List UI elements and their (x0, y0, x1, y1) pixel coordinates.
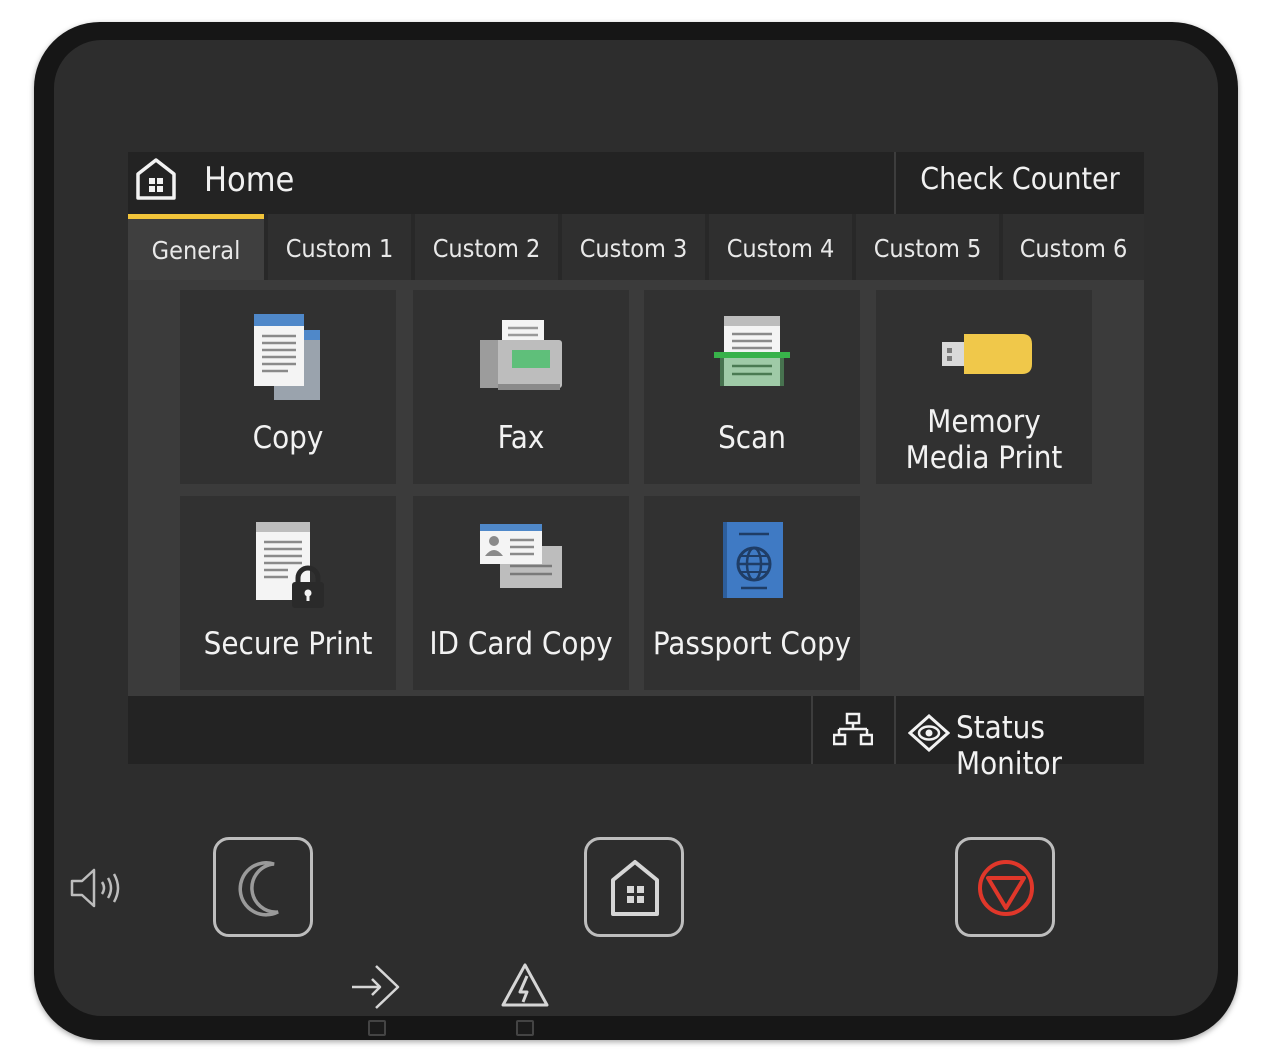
passport-copy-label: Passport Copy (652, 626, 852, 662)
warning-icon (500, 962, 550, 1012)
home-icon (134, 156, 178, 204)
secure-print-icon (256, 522, 324, 608)
error-indicator-led (516, 1020, 534, 1036)
energy-saver-button[interactable] (213, 837, 313, 937)
network-button[interactable] (811, 696, 893, 764)
tab-custom-5[interactable]: Custom 5 (856, 214, 999, 280)
network-icon (833, 712, 873, 746)
status-monitor-button[interactable]: Status Monitor (894, 696, 1144, 782)
tab-general[interactable]: General (128, 214, 264, 280)
stop-button[interactable] (955, 837, 1055, 937)
id-card-icon (480, 524, 562, 588)
usb-memory-icon (942, 334, 1032, 374)
memory-media-print-tile[interactable]: Memory Media Print (876, 290, 1092, 484)
footer-bar: Status Monitor (128, 696, 1144, 782)
secure-print-tile[interactable]: Secure Print (180, 496, 396, 690)
header-bar: Home Check Counter (128, 152, 1144, 214)
memory-media-print-line1: Memory (927, 404, 1041, 440)
home-icon (611, 860, 659, 916)
tab-custom-2[interactable]: Custom 2 (415, 214, 558, 280)
speaker-icon[interactable] (68, 866, 124, 914)
secure-print-label: Secure Print (203, 626, 373, 662)
copy-icon (254, 314, 320, 400)
function-grid: Copy Fax Scan Memory Media Print Secure … (128, 280, 1144, 696)
data-indicator-icon (350, 962, 404, 1018)
scan-icon (714, 316, 790, 386)
copy-label: Copy (252, 420, 324, 456)
stop-icon (978, 860, 1034, 916)
memory-media-print-label: Memory Media Print (876, 404, 1092, 476)
tab-bar: General Custom 1 Custom 2 Custom 3 Custo… (128, 214, 1144, 280)
scan-tile[interactable]: Scan (644, 290, 860, 484)
fax-tile[interactable]: Fax (413, 290, 629, 484)
touch-screen: Home Check Counter General Custom 1 Cust… (128, 152, 1144, 782)
copy-tile[interactable]: Copy (180, 290, 396, 484)
tab-custom-6[interactable]: Custom 6 (1003, 214, 1144, 280)
moon-icon (238, 861, 279, 917)
passport-icon (723, 522, 783, 598)
status-monitor-label: Status Monitor (956, 710, 1063, 782)
tab-custom-4[interactable]: Custom 4 (709, 214, 852, 280)
page-title: Home (204, 160, 295, 200)
id-card-copy-tile[interactable]: ID Card Copy (413, 496, 629, 690)
memory-media-print-line2: Media Print (905, 440, 1063, 476)
passport-copy-tile[interactable]: Passport Copy (644, 496, 860, 690)
scan-label: Scan (718, 420, 786, 456)
data-indicator-led (368, 1020, 386, 1036)
status-monitor-icon (908, 714, 950, 752)
tab-custom-1[interactable]: Custom 1 (268, 214, 411, 280)
fax-icon (480, 320, 562, 390)
tab-custom-3[interactable]: Custom 3 (562, 214, 705, 280)
check-counter-button[interactable]: Check Counter (894, 152, 1144, 214)
home-title: Home (128, 152, 294, 214)
fax-label: Fax (497, 420, 545, 456)
id-card-copy-label: ID Card Copy (429, 626, 613, 662)
home-hardware-button[interactable] (584, 837, 684, 937)
